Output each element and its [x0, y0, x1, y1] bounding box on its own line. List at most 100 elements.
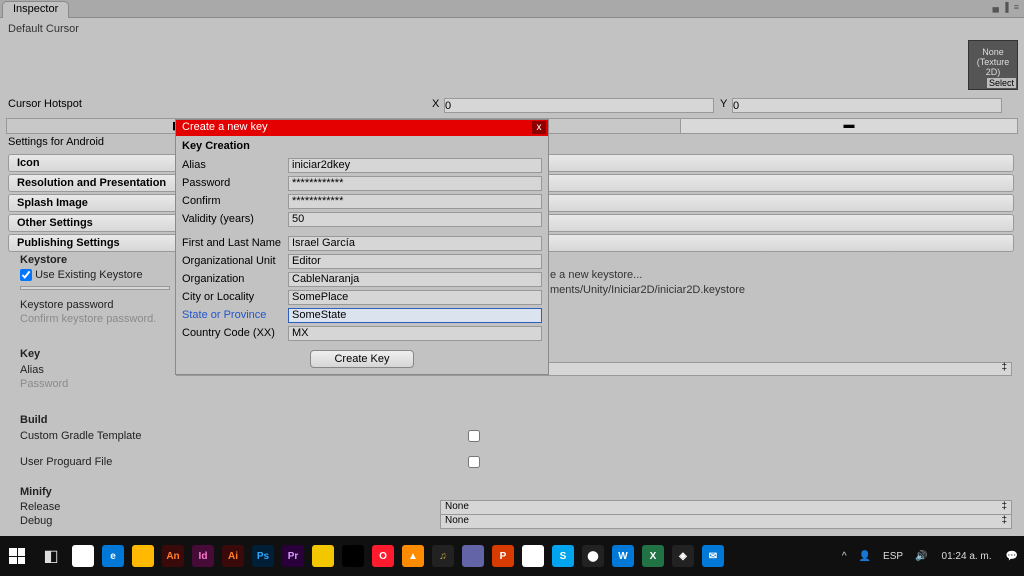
taskbar-app-4[interactable]: Id [188, 536, 218, 576]
cursor-texture-select[interactable]: Select [986, 77, 1017, 89]
minify-header: Minify [20, 486, 52, 498]
ou-label: Organizational Unit [176, 255, 288, 267]
proguard-checkbox[interactable] [468, 456, 480, 468]
name-input[interactable] [288, 236, 542, 251]
taskbar-app-icon-10: O [372, 545, 394, 567]
taskbar-app-14[interactable]: P [488, 536, 518, 576]
country-input[interactable] [288, 326, 542, 341]
taskbar-app-icon-18: W [612, 545, 634, 567]
taskbar-app-icon-4: Id [192, 545, 214, 567]
taskbar-app-5[interactable]: Ai [218, 536, 248, 576]
taskbar-app-3[interactable]: An [158, 536, 188, 576]
taskbar-app-17[interactable]: ⬤ [578, 536, 608, 576]
taskbar-app-12[interactable]: ♫ [428, 536, 458, 576]
key-password-label: Password [20, 378, 68, 390]
taskbar-app-7[interactable]: Pr [278, 536, 308, 576]
hotspot-x-input[interactable] [444, 98, 714, 113]
taskbar-app-icon-9 [342, 545, 364, 567]
dialog-title: Create a new key [182, 121, 268, 133]
minify-debug-label: Debug [20, 515, 52, 527]
panel-menu-icon[interactable]: ▄ ▌≡ [992, 2, 1021, 12]
device-landscape-icon[interactable]: ▬ [681, 119, 1017, 133]
taskbar-app-20[interactable]: ◈ [668, 536, 698, 576]
taskbar-app-icon-2 [132, 545, 154, 567]
org-label: Organization [176, 273, 288, 285]
taskbar-clock[interactable]: 01:24 a. m. [934, 551, 1000, 562]
minify-debug-dropdown[interactable]: None [440, 514, 1012, 529]
panel-tabbar: Inspector ▄ ▌≡ [0, 0, 1024, 18]
taskbar-app-icon-6: Ps [252, 545, 274, 567]
keystore-confirm-label: Confirm keystore password. [20, 313, 156, 325]
keystore-browse-hint: e a new keystore... [550, 269, 642, 281]
taskbar-app-icon-20: ◈ [672, 545, 694, 567]
keystore-header: Keystore [20, 254, 67, 266]
taskbar-app-10[interactable]: O [368, 536, 398, 576]
taskbar-app-9[interactable] [338, 536, 368, 576]
tray-notifications-icon[interactable]: 💬 [1000, 551, 1024, 562]
ou-input[interactable] [288, 254, 542, 269]
taskbar-app-icon-13 [462, 545, 484, 567]
password-label: Password [176, 177, 288, 189]
taskbar-app-13[interactable] [458, 536, 488, 576]
dialog-close-icon[interactable]: x [532, 121, 546, 134]
hotspot-y-label: Y [720, 98, 727, 110]
state-input[interactable] [288, 308, 542, 323]
keystore-path-tail: ments/Unity/Iniciar2D/iniciar2D.keystore [550, 284, 745, 296]
taskbar-app-2[interactable] [128, 536, 158, 576]
key-alias-label: Alias [20, 364, 44, 376]
create-key-dialog: Create a new key x Key Creation Alias Pa… [176, 120, 548, 374]
dialog-titlebar: Create a new key x [176, 120, 548, 136]
taskbar-app-16[interactable]: S [548, 536, 578, 576]
keystore-password-label: Keystore password [20, 299, 114, 311]
confirm-input[interactable] [288, 194, 542, 209]
validity-label: Validity (years) [176, 213, 288, 225]
tray-volume-icon[interactable]: 🔊 [909, 551, 933, 562]
cursor-texture-type: (Texture 2D) [977, 57, 1010, 77]
taskbar-app-icon-0 [72, 545, 94, 567]
gradle-template-checkbox[interactable] [468, 430, 480, 442]
taskbar-app-18[interactable]: W [608, 536, 638, 576]
taskbar-app-icon-11: ▲ [402, 545, 424, 567]
minify-release-dropdown[interactable]: None [440, 500, 1012, 515]
build-header: Build [20, 414, 48, 426]
use-existing-keystore-label: Use Existing Keystore [35, 269, 143, 281]
dialog-section-label: Key Creation [176, 136, 548, 156]
tray-up-icon[interactable]: ^ [836, 551, 853, 562]
taskbar-app-6[interactable]: Ps [248, 536, 278, 576]
windows-taskbar: ◧ e AnId Ai PsPr O ▲ ♫ P S⬤ WX◈ ✉ ^ 👤 ESP 🔊 01:24 … [0, 536, 1024, 576]
tray-language-icon[interactable]: ESP [877, 551, 909, 562]
use-existing-keystore-checkbox[interactable] [20, 269, 32, 281]
hotspot-x-label: X [432, 98, 439, 110]
start-button[interactable] [0, 536, 34, 576]
name-label: First and Last Name [176, 237, 288, 249]
taskbar-app-icon-15 [522, 545, 544, 567]
gradle-template-label: Custom Gradle Template [20, 430, 141, 442]
cursor-texture-slot[interactable]: None (Texture 2D) Select [968, 40, 1018, 90]
taskbar-app-icon-14: P [492, 545, 514, 567]
taskbar-app-1[interactable]: e [98, 536, 128, 576]
validity-input[interactable] [288, 212, 542, 227]
taskbar-app-icon-8 [312, 545, 334, 567]
taskbar-app-icon-12: ♫ [432, 545, 454, 567]
password-input[interactable] [288, 176, 542, 191]
cursor-hotspot-label: Cursor Hotspot [0, 98, 82, 110]
taskbar-app-icon-21: ✉ [702, 545, 724, 567]
create-key-button[interactable]: Create Key [310, 350, 414, 368]
taskview-icon[interactable]: ◧ [34, 536, 68, 576]
taskbar-app-icon-17: ⬤ [582, 545, 604, 567]
inspector-tab[interactable]: Inspector [2, 1, 69, 18]
city-input[interactable] [288, 290, 542, 305]
taskbar-app-11[interactable]: ▲ [398, 536, 428, 576]
org-input[interactable] [288, 272, 542, 287]
taskbar-app-8[interactable] [308, 536, 338, 576]
taskbar-app-icon-5: Ai [222, 545, 244, 567]
taskbar-app-19[interactable]: X [638, 536, 668, 576]
tray-people-icon[interactable]: 👤 [853, 551, 877, 562]
taskbar-app-0[interactable] [68, 536, 98, 576]
taskbar-app-15[interactable] [518, 536, 548, 576]
hotspot-y-input[interactable] [732, 98, 1002, 113]
taskbar-app-21[interactable]: ✉ [698, 536, 728, 576]
country-label: Country Code (XX) [176, 327, 288, 339]
keystore-path-field[interactable] [20, 286, 170, 290]
alias-input[interactable] [288, 158, 542, 173]
